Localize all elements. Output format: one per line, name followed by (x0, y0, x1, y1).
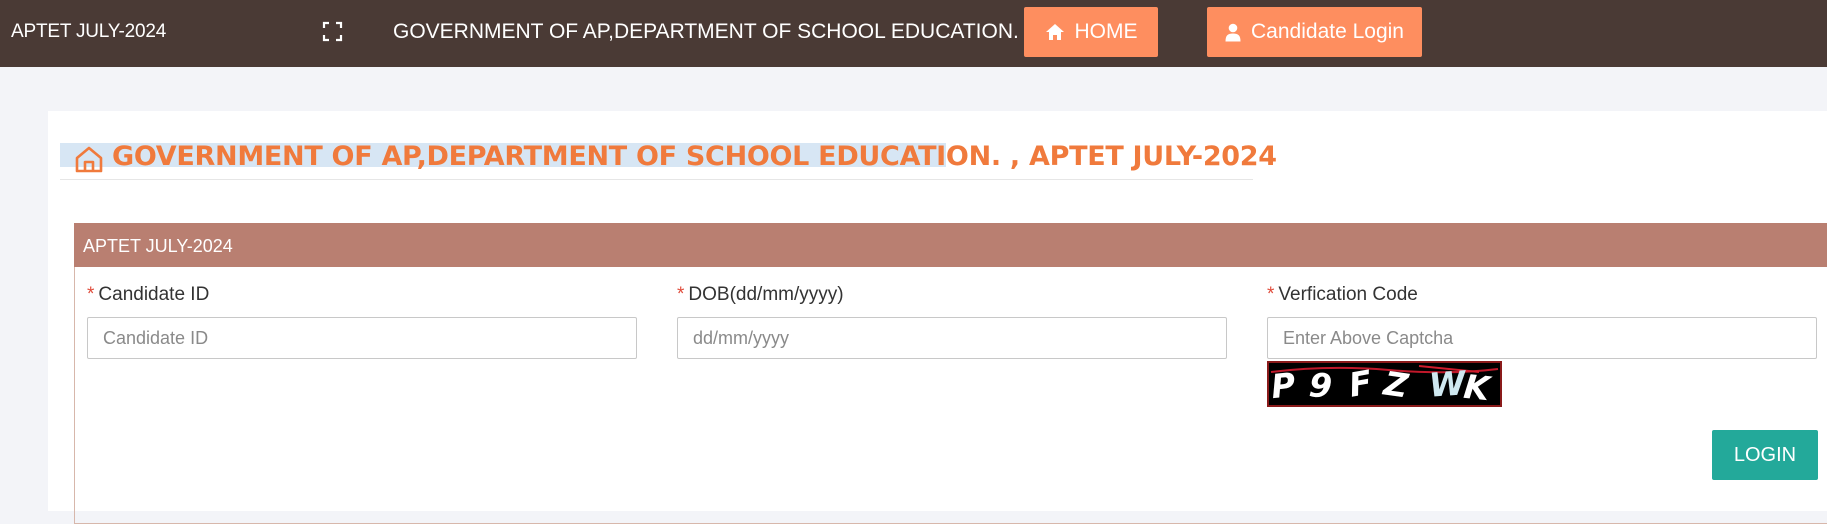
login-panel (74, 223, 1827, 524)
required-marker: * (677, 284, 685, 305)
candidate-id-label-text: Candidate ID (98, 284, 210, 305)
captcha-input[interactable] (1267, 317, 1817, 359)
panel-title: APTET JULY-2024 (83, 236, 233, 256)
verification-code-label-text: Verfication Code (1278, 284, 1418, 305)
dob-label-text: DOB(dd/mm/yyyy) (688, 284, 844, 305)
page-heading: GOVERNMENT OF AP,DEPARTMENT OF SCHOOL ED… (60, 141, 1277, 180)
home-icon (1045, 24, 1064, 40)
required-marker: * (1267, 284, 1275, 305)
dob-input[interactable] (677, 317, 1227, 359)
captcha-character: Z (1380, 363, 1411, 405)
captcha-character: P (1269, 365, 1297, 405)
captcha-image: P9FZWK (1267, 361, 1502, 407)
home-outline-icon (74, 145, 104, 178)
login-panel-header: APTET JULY-2024 (74, 223, 1827, 267)
captcha-character: 9 (1308, 365, 1334, 405)
home-button-label: HOME (1074, 20, 1138, 43)
user-icon (1225, 23, 1241, 41)
page-title: GOVERNMENT OF AP,DEPARTMENT OF SCHOOL ED… (112, 141, 1277, 172)
dob-label: * DOB(dd/mm/yyyy) (677, 284, 844, 306)
captcha-character: K (1462, 367, 1494, 405)
candidate-id-input[interactable] (87, 317, 637, 359)
candidate-login-button[interactable]: Candidate Login (1207, 7, 1422, 57)
candidate-id-label: * Candidate ID (87, 284, 209, 306)
brand-title: APTET JULY-2024 (11, 21, 167, 42)
candidate-login-label: Candidate Login (1251, 20, 1404, 43)
login-button[interactable]: LOGIN (1712, 430, 1818, 480)
home-button[interactable]: HOME (1024, 7, 1158, 57)
fullscreen-icon[interactable] (322, 21, 343, 42)
verification-code-label: * Verfication Code (1267, 284, 1418, 306)
top-navbar: APTET JULY-2024 GOVERNMENT OF AP,DEPARTM… (0, 0, 1827, 67)
required-marker: * (87, 284, 95, 305)
navbar-department-title: GOVERNMENT OF AP,DEPARTMENT OF SCHOOL ED… (393, 20, 1019, 43)
